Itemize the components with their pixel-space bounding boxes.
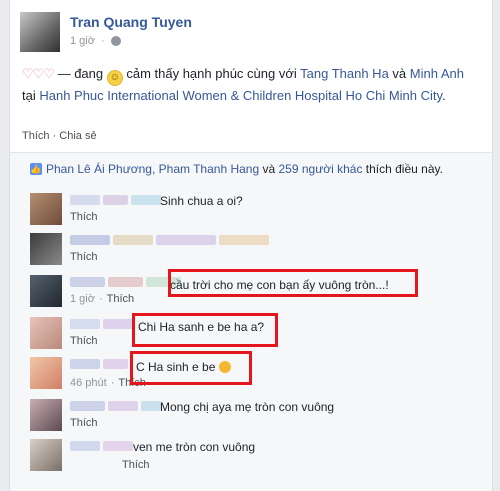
- comments-list: Sinh chua a oi? Thích Thích cầu trời cho…: [10, 183, 492, 491]
- status-and: và: [388, 66, 410, 81]
- smile-icon: ☺: [106, 70, 123, 86]
- likes-suffix: thích điều này.: [362, 162, 443, 176]
- likes-and: và: [259, 162, 279, 176]
- highlight-box: [168, 269, 418, 297]
- globe-icon[interactable]: [110, 36, 121, 46]
- commenter-name-blurred[interactable]: [70, 235, 269, 247]
- comment-like-button[interactable]: Thích: [70, 335, 98, 347]
- comment-actions: 1 giờ · Thích: [70, 293, 135, 305]
- share-button[interactable]: Chia sẻ: [59, 130, 96, 142]
- commenter-name-blurred[interactable]: [70, 441, 133, 453]
- commenter-name-blurred[interactable]: [70, 277, 181, 289]
- status-feeling: cảm thấy hạnh phúc cùng với: [122, 66, 301, 81]
- comment-text: ven me tròn con vuông: [133, 440, 256, 454]
- commenter-name-blurred[interactable]: [70, 319, 133, 331]
- comment-actions: Thích: [70, 417, 98, 429]
- comment-like-button[interactable]: Thích: [70, 211, 98, 223]
- comment-text: Mong chị aya mẹ tròn con vuông: [160, 400, 335, 414]
- comment-like-button[interactable]: Thích: [70, 417, 98, 429]
- post-card: Tran Quang Tuyen 1 giờ · ♡♡♡ — đang ☺ cả…: [9, 0, 493, 491]
- tag-link-2[interactable]: Minh Anh: [410, 66, 464, 81]
- commenter-avatar[interactable]: [30, 317, 62, 349]
- post-actions: Thích · Chia sẻ: [22, 130, 97, 142]
- likes-bar: 👍 Phan Lê Ái Phương, Pham Thanh Hang và …: [10, 152, 492, 185]
- comment-time[interactable]: 1 giờ: [70, 293, 95, 305]
- post-status: ♡♡♡ — đang ☺ cảm thấy hạnh phúc cùng với…: [22, 64, 472, 105]
- commenter-avatar[interactable]: [30, 233, 62, 265]
- likers-names[interactable]: Phan Lê Ái Phương, Pham Thanh Hang: [46, 162, 259, 176]
- comment-actions: Thích: [70, 251, 98, 263]
- post-time[interactable]: 1 giờ: [70, 35, 95, 47]
- highlight-box: [132, 313, 278, 347]
- status-dash: — đang: [53, 66, 107, 81]
- comment-actions: Thích: [70, 335, 98, 347]
- dot-separator: ·: [100, 35, 105, 47]
- comment-text: Sinh chua a oi?: [160, 194, 243, 208]
- commenter-name-blurred[interactable]: [70, 195, 161, 207]
- thumbs-up-icon: 👍: [30, 163, 42, 175]
- likes-text: Phan Lê Ái Phương, Pham Thanh Hang và 25…: [46, 162, 443, 176]
- commenter-avatar[interactable]: [30, 275, 62, 307]
- like-button[interactable]: Thích: [22, 130, 50, 142]
- comment-like-button[interactable]: Thích: [70, 251, 98, 263]
- highlight-box: [130, 351, 252, 385]
- status-at: tại: [22, 88, 40, 103]
- commenter-name-blurred[interactable]: [70, 401, 161, 413]
- comment-time[interactable]: 46 phút: [70, 377, 107, 389]
- status-end: .: [442, 88, 446, 103]
- author-avatar[interactable]: [20, 12, 60, 52]
- commenter-name-blurred[interactable]: [70, 359, 128, 371]
- author-name[interactable]: Tran Quang Tuyen: [70, 14, 192, 30]
- comment-like-button[interactable]: Thích: [107, 293, 135, 305]
- comment-like-button[interactable]: Thích: [122, 459, 150, 471]
- commenter-avatar[interactable]: [30, 193, 62, 225]
- place-link[interactable]: Hanh Phuc International Women & Children…: [39, 88, 442, 103]
- post-meta: 1 giờ ·: [70, 35, 121, 47]
- commenter-avatar[interactable]: [30, 357, 62, 389]
- comment-actions: Thích: [70, 211, 98, 223]
- comment-actions: Thích: [122, 459, 150, 471]
- hearts-icon: ♡♡♡: [22, 66, 55, 81]
- commenter-avatar[interactable]: [30, 439, 62, 471]
- commenter-avatar[interactable]: [30, 399, 62, 431]
- tag-link-1[interactable]: Tang Thanh Ha: [300, 66, 389, 81]
- likers-others[interactable]: 259 người khác: [279, 162, 363, 176]
- actions-separator: ·: [49, 130, 60, 142]
